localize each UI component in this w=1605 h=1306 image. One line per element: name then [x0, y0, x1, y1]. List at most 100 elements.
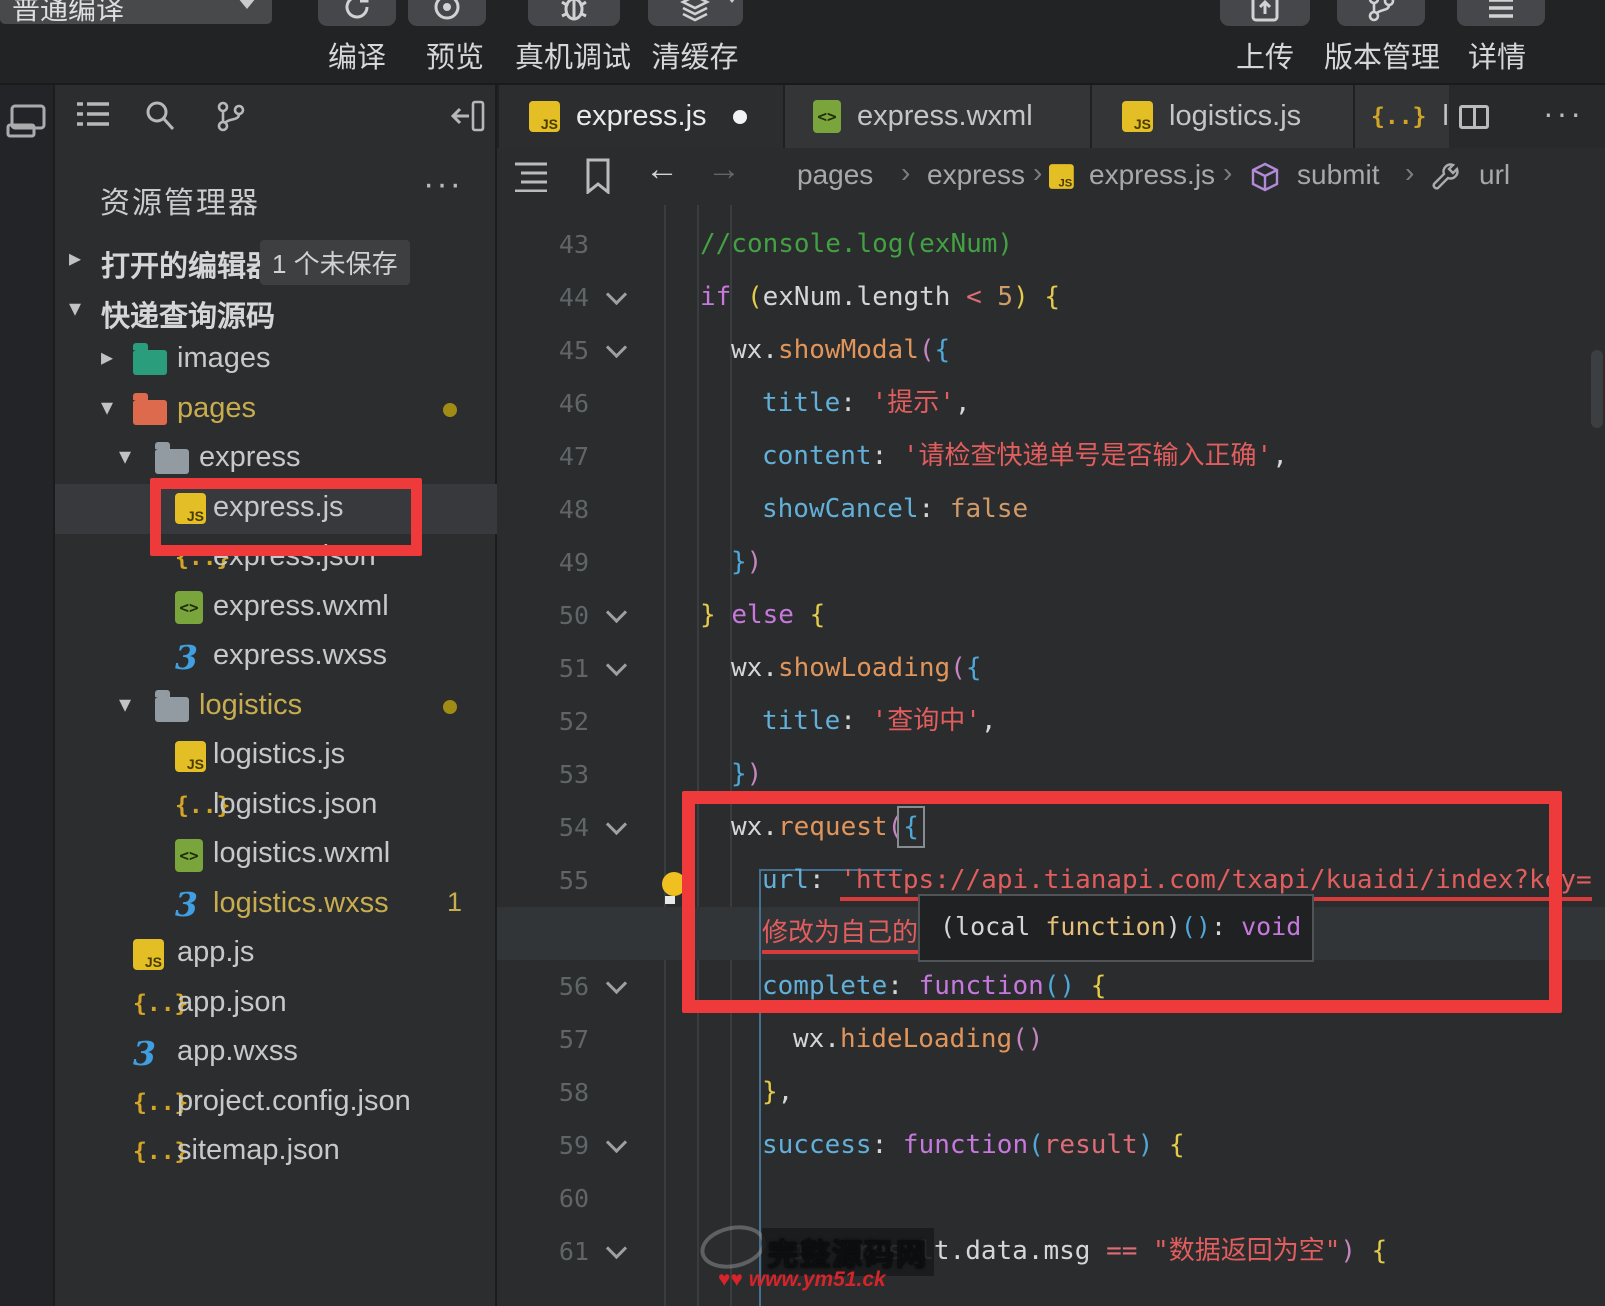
breadcrumb-express[interactable]: express — [927, 159, 1025, 191]
code-line-51[interactable]: 51wx.showLoading({ — [497, 642, 1605, 695]
fold-chevron-icon[interactable] — [606, 655, 627, 676]
tree-item-app-wxss[interactable]: 3app.wxss — [55, 1028, 497, 1078]
unsaved-dot-icon[interactable] — [733, 110, 747, 124]
line-number[interactable]: 57 — [539, 1013, 589, 1066]
code-line-45[interactable]: 45wx.showModal({ — [497, 324, 1605, 377]
fold-chevron-icon[interactable] — [606, 973, 627, 994]
line-number[interactable]: 58 — [539, 1066, 589, 1119]
version-control-button[interactable] — [1337, 0, 1425, 26]
code-line-57[interactable]: 57wx.hideLoading() — [497, 1013, 1605, 1066]
device-debug-label[interactable]: 真机调试 — [508, 34, 638, 70]
collapse-sidebar-icon[interactable] — [451, 99, 487, 138]
tab-logistics-js[interactable]: JS logistics.js — [1090, 85, 1353, 148]
fold-chevron-icon[interactable] — [606, 337, 627, 358]
code-line-47[interactable]: 47content: '请检查快递单号是否输入正确', — [497, 430, 1605, 483]
git-branch-icon[interactable] — [213, 99, 247, 138]
tree-item-logistics-json[interactable]: {..}logistics.json — [55, 781, 497, 831]
breadcrumb-file[interactable]: express.js — [1089, 159, 1215, 191]
line-number[interactable]: 53 — [539, 748, 589, 801]
device-debug-button[interactable] — [528, 0, 620, 26]
code-line-50[interactable]: 50} else { — [497, 589, 1605, 642]
version-control-label[interactable]: 版本管理 — [1312, 34, 1452, 70]
details-label[interactable]: 详情 — [1452, 34, 1542, 70]
code-line-59[interactable]: 59success: function(result) { — [497, 1119, 1605, 1172]
line-number[interactable]: 50 — [539, 589, 589, 642]
tree-item-logistics-wxml[interactable]: <>logistics.wxml — [55, 830, 497, 880]
line-number[interactable]: 48 — [539, 483, 589, 536]
chevron-right-icon[interactable]: ▸ — [101, 343, 113, 372]
tree-item-express[interactable]: ▾express — [55, 434, 497, 484]
compile-mode-dropdown[interactable]: 普通编译 — [0, 0, 272, 24]
preview-button[interactable] — [408, 0, 486, 26]
code-line-49[interactable]: 49}) — [497, 536, 1605, 589]
back-arrow-icon[interactable]: ← — [645, 150, 679, 189]
chevron-down-icon[interactable]: ▾ — [101, 393, 113, 422]
line-number[interactable]: 56 — [539, 960, 589, 1013]
breadcrumb-submit[interactable]: submit — [1297, 159, 1379, 191]
compile-label[interactable]: 编译 — [317, 34, 397, 70]
line-number[interactable]: 59 — [539, 1119, 589, 1172]
code-line-44[interactable]: 44if (exNum.length < 5) { — [497, 271, 1605, 324]
chevron-down-icon[interactable]: ▾ — [69, 294, 81, 323]
line-number[interactable]: 54 — [539, 801, 589, 854]
line-number[interactable]: 52 — [539, 695, 589, 748]
scrollbar-thumb[interactable] — [1591, 350, 1603, 428]
chevron-right-icon[interactable]: ▸ — [69, 244, 81, 273]
code-line-43[interactable]: 43//console.log(exNum) — [497, 218, 1605, 271]
line-number[interactable]: 46 — [539, 377, 589, 430]
clear-cache-label[interactable]: 清缓存 — [640, 34, 750, 70]
tree-item-logistics-js[interactable]: JSlogistics.js — [55, 731, 497, 781]
compile-button[interactable] — [318, 0, 396, 26]
tab-logistics-json-partial[interactable]: {..} lo — [1353, 85, 1449, 148]
tree-item-logistics-wxss[interactable]: 3logistics.wxss1 — [55, 880, 497, 930]
code-line-58[interactable]: 58}, — [497, 1066, 1605, 1119]
line-number[interactable]: 49 — [539, 536, 589, 589]
line-number[interactable]: 61 — [539, 1225, 589, 1278]
tree-item-images[interactable]: ▸images — [55, 335, 497, 385]
preview-label[interactable]: 预览 — [415, 34, 495, 70]
tree-item-app-json[interactable]: {..}app.json — [55, 979, 497, 1029]
fold-chevron-icon[interactable] — [606, 814, 627, 835]
tree-item-project-config-json[interactable]: {..}project.config.json — [55, 1078, 497, 1128]
details-button[interactable] — [1457, 0, 1545, 26]
tree-item-pages[interactable]: ▾pages — [55, 385, 497, 435]
line-number[interactable]: 60 — [539, 1172, 589, 1225]
chevron-down-icon[interactable]: ▾ — [119, 442, 131, 471]
chevron-down-icon[interactable]: ▾ — [119, 690, 131, 719]
upload-label[interactable]: 上传 — [1220, 34, 1310, 70]
code-line-48[interactable]: 48showCancel: false — [497, 483, 1605, 536]
tree-item--[interactable]: ▸打开的编辑器1 个未保存 — [55, 236, 497, 286]
fold-chevron-icon[interactable] — [606, 1238, 627, 1259]
upload-button[interactable] — [1220, 0, 1310, 26]
code-line-52[interactable]: 52title: '查询中', — [497, 695, 1605, 748]
fold-chevron-icon[interactable] — [606, 1132, 627, 1153]
line-number[interactable]: 45 — [539, 324, 589, 377]
code-line-61[interactable]: 61if (result.data.msg == "数据返回为空") { — [497, 1225, 1605, 1278]
tree-item--[interactable]: ▾快递查询源码 — [55, 286, 497, 336]
tree-item-sitemap-json[interactable]: {..}sitemap.json — [55, 1127, 497, 1177]
fold-chevron-icon[interactable] — [606, 284, 627, 305]
more-actions-icon[interactable]: ··· — [1543, 95, 1584, 132]
code-line-60[interactable]: 60 — [497, 1172, 1605, 1225]
fold-chevron-icon[interactable] — [606, 602, 627, 623]
tab-express-wxml[interactable]: <> express.wxml — [783, 85, 1090, 148]
split-editor-icon[interactable] — [1459, 105, 1489, 129]
clear-cache-button[interactable] — [648, 0, 743, 26]
code-editor[interactable]: },43//console.log(exNum)44if (exNum.leng… — [497, 148, 1605, 1306]
search-icon[interactable] — [143, 99, 177, 138]
line-number[interactable]: 55 — [539, 854, 589, 907]
tree-item-app-js[interactable]: JSapp.js — [55, 929, 497, 979]
explorer-more-icon[interactable]: ··· — [423, 165, 463, 204]
line-number[interactable]: 51 — [539, 642, 589, 695]
tree-item-express-wxml[interactable]: <>express.wxml — [55, 583, 497, 633]
tree-item-logistics[interactable]: ▾logistics — [55, 682, 497, 732]
simulator-icon[interactable] — [6, 103, 48, 144]
bookmark-icon[interactable] — [583, 158, 613, 199]
tree-item-express-wxss[interactable]: 3express.wxss — [55, 632, 497, 682]
line-number[interactable]: 43 — [539, 218, 589, 271]
line-number[interactable]: 44 — [539, 271, 589, 324]
breadcrumb-pages[interactable]: pages — [797, 159, 873, 191]
code-line-46[interactable]: 46title: '提示', — [497, 377, 1605, 430]
open-editors-list-icon[interactable] — [75, 99, 111, 136]
breadcrumb-url[interactable]: url — [1479, 159, 1510, 191]
